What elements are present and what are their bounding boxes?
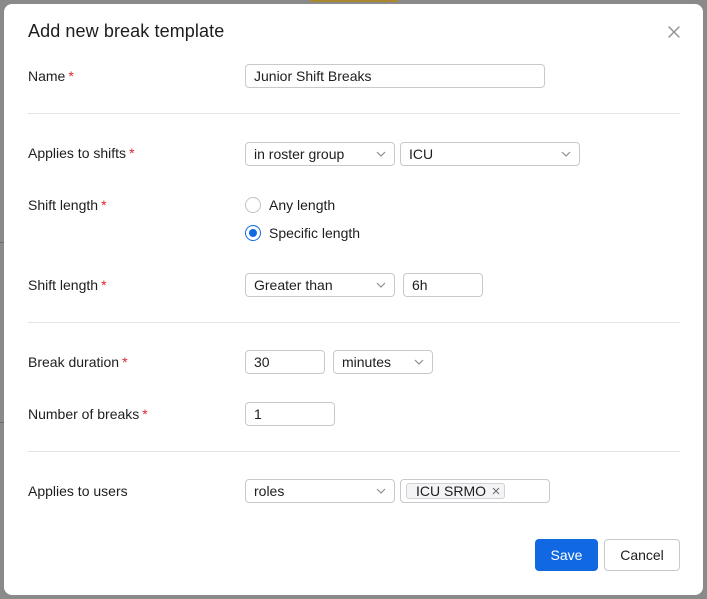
required-marker: * bbox=[68, 68, 74, 84]
backdrop-page-accent bbox=[310, 0, 398, 2]
roster-group-select[interactable]: ICU bbox=[400, 142, 580, 166]
shift-length-mode-label: Shift length * bbox=[28, 197, 107, 213]
chevron-down-icon bbox=[376, 282, 386, 288]
roster-group-value: ICU bbox=[409, 146, 434, 162]
number-of-breaks-label-text: Number of breaks bbox=[28, 406, 140, 422]
break-duration-input[interactable] bbox=[245, 350, 325, 374]
shift-scope-value: in roster group bbox=[254, 146, 345, 162]
required-marker: * bbox=[142, 406, 148, 422]
required-marker: * bbox=[101, 197, 107, 213]
shift-length-mode-label-text: Shift length bbox=[28, 197, 99, 213]
radio-specific-length-label: Specific length bbox=[269, 225, 361, 241]
applies-to-users-label-text: Applies to users bbox=[28, 483, 128, 499]
applies-to-shifts-label-text: Applies to shifts bbox=[28, 145, 127, 161]
chevron-down-icon bbox=[414, 359, 424, 365]
radio-specific-length[interactable]: Specific length bbox=[245, 224, 360, 242]
radio-any-length[interactable]: Any length bbox=[245, 196, 335, 214]
user-scope-value: roles bbox=[254, 483, 285, 499]
number-of-breaks-label: Number of breaks * bbox=[28, 406, 148, 422]
section-divider bbox=[28, 451, 680, 452]
shift-length-comparator-select[interactable]: Greater than bbox=[245, 273, 395, 297]
tag-remove-icon[interactable] bbox=[492, 487, 500, 495]
break-duration-unit-select[interactable]: minutes bbox=[333, 350, 433, 374]
radio-specific-length-circle[interactable] bbox=[245, 225, 261, 241]
chevron-down-icon bbox=[376, 488, 386, 494]
add-break-template-dialog: Add new break template Name* Applies to … bbox=[4, 4, 703, 595]
section-divider bbox=[28, 322, 680, 323]
number-of-breaks-input[interactable] bbox=[245, 402, 335, 426]
user-scope-select[interactable]: roles bbox=[245, 479, 395, 503]
break-duration-unit-value: minutes bbox=[342, 354, 392, 370]
shift-length-input[interactable] bbox=[403, 273, 483, 297]
shift-length-value-label-text: Shift length bbox=[28, 277, 99, 293]
name-input[interactable] bbox=[245, 64, 545, 88]
chevron-down-icon bbox=[561, 151, 571, 157]
shift-scope-select[interactable]: in roster group bbox=[245, 142, 395, 166]
cancel-button[interactable]: Cancel bbox=[604, 539, 680, 571]
applies-to-users-label: Applies to users bbox=[28, 483, 128, 499]
name-label: Name * bbox=[28, 68, 74, 84]
radio-any-length-circle[interactable] bbox=[245, 197, 261, 213]
role-tag: ICU SRMO bbox=[406, 483, 505, 499]
required-marker: * bbox=[129, 145, 135, 161]
section-divider bbox=[28, 113, 680, 114]
role-tag-label: ICU SRMO bbox=[416, 482, 486, 499]
radio-any-length-label: Any length bbox=[269, 197, 336, 213]
dialog-title: Add new break template bbox=[28, 21, 225, 41]
applies-to-shifts-label: Applies to shifts * bbox=[28, 145, 135, 161]
shift-length-comparator-value: Greater than bbox=[254, 277, 333, 293]
roles-multiselect[interactable]: ICU SRMO bbox=[400, 479, 550, 503]
break-duration-label: Break duration * bbox=[28, 354, 128, 370]
name-label-text: Name bbox=[28, 68, 66, 84]
required-marker: * bbox=[122, 354, 128, 370]
save-button[interactable]: Save bbox=[535, 539, 598, 571]
required-marker: * bbox=[101, 277, 107, 293]
close-icon bbox=[668, 26, 680, 38]
shift-length-value-label: Shift length * bbox=[28, 277, 107, 293]
close-button[interactable] bbox=[666, 24, 682, 40]
break-duration-label-text: Break duration bbox=[28, 354, 120, 370]
chevron-down-icon bbox=[376, 151, 386, 157]
